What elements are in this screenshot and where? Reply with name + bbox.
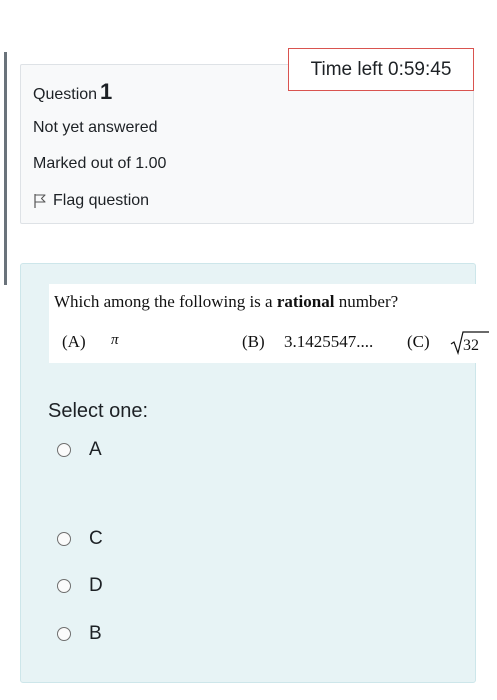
flag-question-label: Flag question — [53, 192, 150, 209]
choice-b[interactable]: B — [57, 623, 102, 645]
select-one-prompt: Select one: — [48, 400, 149, 422]
choice-a[interactable]: A — [57, 439, 102, 461]
option-c-sqrt-32: 32 — [450, 331, 489, 356]
question-content-panel: Which among the following is a rational … — [20, 263, 497, 683]
time-left-display: Time left 0:59:45 — [288, 48, 474, 91]
radio-button[interactable] — [57, 579, 71, 593]
choice-label: A — [89, 439, 102, 460]
radio-button[interactable] — [57, 532, 71, 546]
question-text-suffix: number? — [334, 292, 399, 311]
question-grade: Marked out of 1.00 — [33, 155, 167, 172]
choice-c[interactable]: C — [57, 528, 103, 550]
timer-label: Time left — [310, 58, 383, 80]
question-title: Question 1 — [33, 79, 112, 105]
timer-value: 0:59:45 — [388, 58, 452, 80]
radio-button[interactable] — [57, 627, 71, 641]
question-number: 1 — [100, 79, 113, 104]
choice-label: B — [89, 623, 102, 644]
question-text-prefix: Which among the following is a — [54, 292, 277, 311]
option-b-label: (B) — [242, 332, 265, 351]
question-state: Not yet answered — [33, 119, 158, 136]
question-text-image: Which among the following is a rational … — [49, 284, 497, 363]
radio-button[interactable] — [57, 443, 71, 457]
option-b-value: 3.1425547.... — [284, 332, 374, 351]
option-a-value: π — [111, 332, 119, 348]
svg-text:32: 32 — [463, 337, 479, 354]
choice-label: D — [89, 575, 103, 596]
choice-label: C — [89, 528, 103, 549]
option-a-label: (A) — [62, 332, 86, 351]
question-text-bold: rational — [276, 292, 335, 311]
question-word: Question — [33, 86, 98, 103]
choice-d[interactable]: D — [57, 575, 103, 597]
left-edge-bar — [4, 52, 7, 285]
flag-question-link[interactable]: Flag question — [33, 192, 149, 210]
flag-icon — [33, 193, 47, 209]
option-c-label: (C) — [407, 332, 430, 351]
question-text: Which among the following is a rational … — [54, 292, 398, 312]
